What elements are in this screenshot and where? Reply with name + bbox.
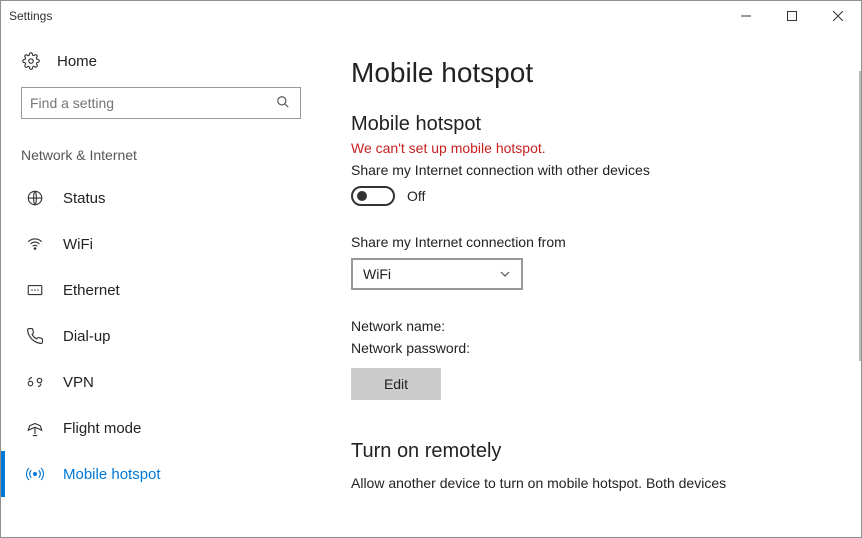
sidebar-item-dialup[interactable]: Dial-up (1, 313, 321, 359)
hotspot-toggle-row: Off (351, 186, 841, 206)
sidebar-item-wifi[interactable]: WiFi (1, 221, 321, 267)
scrollbar[interactable] (859, 71, 861, 361)
edit-button[interactable]: Edit (351, 368, 441, 400)
sidebar-item-ethernet[interactable]: Ethernet (1, 267, 321, 313)
hotspot-toggle[interactable] (351, 186, 395, 206)
toggle-state-label: Off (407, 188, 425, 204)
sidebar-item-label: VPN (63, 374, 94, 391)
gear-icon (21, 51, 41, 71)
category-header: Network & Internet (1, 139, 321, 175)
titlebar: Settings (1, 1, 861, 31)
sidebar-item-label: Ethernet (63, 282, 120, 299)
sidebar-item-label: Dial-up (63, 328, 111, 345)
sidebar-item-label: Mobile hotspot (63, 466, 161, 483)
toggle-knob (357, 191, 367, 201)
section-title: Mobile hotspot (351, 113, 841, 136)
network-name-label: Network name: (351, 318, 841, 334)
sidebar-item-label: Status (63, 190, 106, 207)
network-password-label: Network password: (351, 340, 841, 356)
minimize-button[interactable] (723, 1, 769, 31)
share-from-label: Share my Internet connection from (351, 234, 841, 250)
share-from-select[interactable]: WiFi (351, 258, 523, 290)
phone-icon (25, 326, 45, 346)
airplane-icon (25, 418, 45, 438)
close-button[interactable] (815, 1, 861, 31)
search-input[interactable] (30, 95, 266, 111)
sidebar-item-label: WiFi (63, 236, 93, 253)
select-value: WiFi (363, 266, 391, 282)
search-icon (276, 95, 292, 111)
window-body: Home Network & Internet Status WiFi (1, 31, 861, 537)
error-message: We can't set up mobile hotspot. (351, 140, 841, 156)
page-title: Mobile hotspot (351, 57, 841, 89)
titlebar-controls (723, 1, 861, 31)
ethernet-icon (25, 280, 45, 300)
home-button[interactable]: Home (1, 51, 321, 87)
wifi-icon (25, 234, 45, 254)
settings-window: Settings Home (0, 0, 862, 538)
sidebar: Home Network & Internet Status WiFi (1, 31, 321, 537)
search-input-wrapper[interactable] (21, 87, 301, 119)
sidebar-item-flightmode[interactable]: Flight mode (1, 405, 321, 451)
chevron-down-icon (499, 268, 511, 280)
window-title: Settings (9, 9, 52, 23)
sidebar-item-status[interactable]: Status (1, 175, 321, 221)
content-pane: Mobile hotspot Mobile hotspot We can't s… (321, 31, 861, 537)
sidebar-item-vpn[interactable]: VPN (1, 359, 321, 405)
remote-title: Turn on remotely (351, 440, 841, 463)
sidebar-item-label: Flight mode (63, 420, 141, 437)
sidebar-item-hotspot[interactable]: Mobile hotspot (1, 451, 321, 497)
maximize-button[interactable] (769, 1, 815, 31)
remote-description: Allow another device to turn on mobile h… (351, 475, 841, 491)
globe-icon (25, 188, 45, 208)
hotspot-icon (25, 464, 45, 484)
vpn-icon (25, 372, 45, 392)
share-description: Share my Internet connection with other … (351, 162, 841, 178)
home-label: Home (57, 53, 97, 70)
